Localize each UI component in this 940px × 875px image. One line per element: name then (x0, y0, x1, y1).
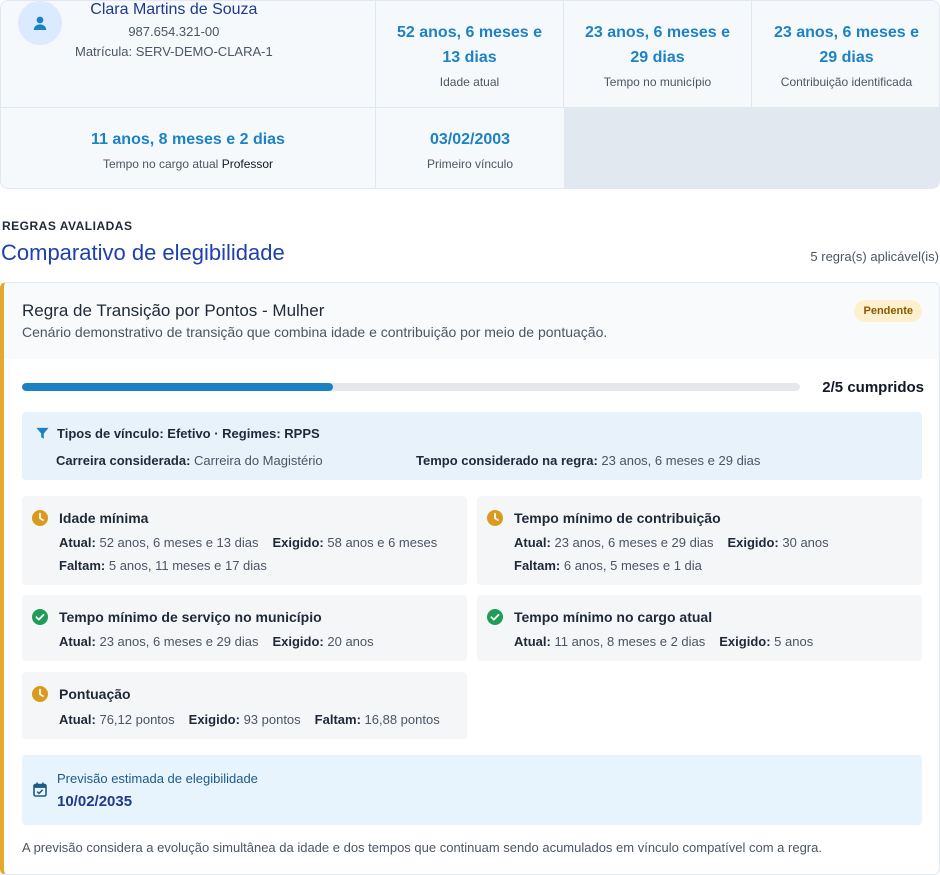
profile-info: Clara Martins de Souza 987.654.321-00 Ma… (75, 1, 273, 62)
stat-contribuicao-value-line1: 23 anos, 6 meses e (774, 23, 919, 41)
requirement-pontuacao: Pontuação Atual: 76,12 pontos Exigido: 93… (22, 672, 467, 739)
rule-footnote: A previsão considera a evolução simultân… (22, 840, 822, 855)
clock-icon (32, 686, 48, 702)
profile-cell: Clara Martins de Souza 987.654.321-00 Ma… (1, 1, 376, 108)
rule-description: Cenário demonstrativo de transição que c… (22, 324, 608, 340)
rule-count: 5 regra(s) aplicável(is) (810, 249, 939, 264)
clock-icon (32, 510, 48, 526)
rule-header: Regra de Transição por Pontos - Mulher C… (4, 283, 939, 359)
server-matricula: Matrícula: SERV-DEMO-CLARA-1 (75, 44, 273, 59)
stat-contribuicao-label: Contribuição identificada (780, 74, 913, 89)
section-title: Comparativo de elegibilidade (1, 240, 285, 265)
section-overline: REGRAS AVALIADAS (2, 219, 133, 233)
stat-cargo: 11 anos, 8 meses e 2 dias Tempo no cargo… (1, 108, 376, 188)
stat-vinculo: 03/02/2003 Primeiro vínculo (376, 108, 564, 188)
requirement-tempo-contribuicao: Tempo mínimo de contribuição Atual: 23 a… (477, 496, 922, 585)
filter-career: Carreira considerada: Carreira do Magist… (56, 453, 323, 468)
server-name: Clara Martins de Souza (90, 1, 258, 18)
status-badge: Pendente (854, 300, 922, 322)
filter-types: Tipos de vínculo: Efetivo · Regimes: RPP… (36, 426, 320, 441)
requirement-title: Tempo mínimo de contribuição (514, 510, 721, 526)
filter-time: Tempo considerado na regra: 23 anos, 6 m… (416, 453, 761, 468)
empty-cell (564, 108, 939, 188)
user-icon (18, 1, 62, 45)
check-circle-icon (487, 609, 503, 625)
filter-icon (36, 427, 49, 440)
progress-bar-fill (22, 383, 334, 391)
clock-icon (487, 510, 503, 526)
forecast-label: Previsão estimada de elegibilidade (57, 771, 258, 786)
requirement-servico-municipio: Tempo mínimo de serviço no município Atu… (22, 595, 467, 661)
rule-card[interactable]: Regra de Transição por Pontos - Mulher C… (0, 282, 940, 875)
stat-vinculo-label: Primeiro vínculo (426, 157, 514, 171)
stat-municipio-value-line2: 29 dias (630, 48, 685, 66)
check-circle-icon (32, 609, 48, 625)
requirement-title: Tempo mínimo no cargo atual (514, 609, 713, 625)
server-cpf: 987.654.321-00 (128, 24, 220, 39)
stat-municipio-label: Tempo no município (603, 74, 712, 89)
stat-contribuicao-value-line2: 29 dias (819, 48, 874, 66)
requirement-values: Atual: 23 anos, 6 meses e 29 dias Exigido… (59, 634, 374, 649)
stat-cargo-label: Tempo no cargo atual Professor (102, 157, 274, 171)
filter-types-text: Tipos de vínculo: Efetivo · Regimes: RPP… (57, 426, 320, 441)
requirement-title: Idade mínima (59, 510, 149, 526)
requirement-missing: Faltam: 6 anos, 5 meses e 1 dia (514, 558, 702, 573)
stat-contribuicao: 23 anos, 6 meses e 29 dias Contribuição … (752, 1, 939, 108)
requirement-values: Atual: 11 anos, 8 meses e 2 dias Exigido:… (514, 634, 814, 649)
rule-title: Regra de Transição por Pontos - Mulher (22, 301, 325, 320)
calendar-icon (33, 782, 47, 802)
requirement-title: Tempo mínimo de serviço no município (59, 609, 322, 625)
progress-text: 2/5 cumpridos (822, 379, 924, 396)
stat-idade-label: Idade atual (439, 74, 500, 89)
requirement-title: Pontuação (59, 686, 131, 702)
rule-filter-panel: Tipos de vínculo: Efetivo · Regimes: RPP… (22, 412, 922, 480)
forecast-date: 10/02/2035 (57, 793, 133, 810)
requirement-idade-minima: Idade mínima Atual: 52 anos, 6 meses e 1… (22, 496, 467, 585)
requirement-cargo-atual: Tempo mínimo no cargo atual Atual: 11 an… (477, 595, 922, 661)
stat-municipio: 23 anos, 6 meses e 29 dias Tempo no muni… (564, 1, 752, 108)
requirement-missing: Faltam: 5 anos, 11 meses e 17 dias (59, 558, 267, 573)
progress-bar (22, 383, 800, 391)
eligibility-forecast: Previsão estimada de elegibilidade 10/02… (22, 755, 922, 825)
stat-idade: 52 anos, 6 meses e 13 dias Idade atual (376, 1, 564, 108)
stat-vinculo-value: 03/02/2003 (429, 131, 511, 148)
requirement-values: Atual: 52 anos, 6 meses e 13 dias Exigido… (59, 535, 438, 550)
server-summary-card: Clara Martins de Souza 987.654.321-00 Ma… (0, 0, 940, 189)
stat-idade-value-line2: 13 dias (442, 48, 497, 66)
stat-idade-value-line1: 52 anos, 6 meses e (397, 23, 542, 41)
stat-cargo-value: 11 anos, 8 meses e 2 dias (91, 131, 285, 148)
requirement-values: Atual: 76,12 pontos Exigido: 93 pontos Fal… (59, 712, 440, 727)
cargo-name: Professor (221, 157, 274, 171)
stat-municipio-value-line1: 23 anos, 6 meses e (585, 23, 730, 41)
requirement-values: Atual: 23 anos, 6 meses e 29 dias Exigido… (514, 535, 829, 550)
